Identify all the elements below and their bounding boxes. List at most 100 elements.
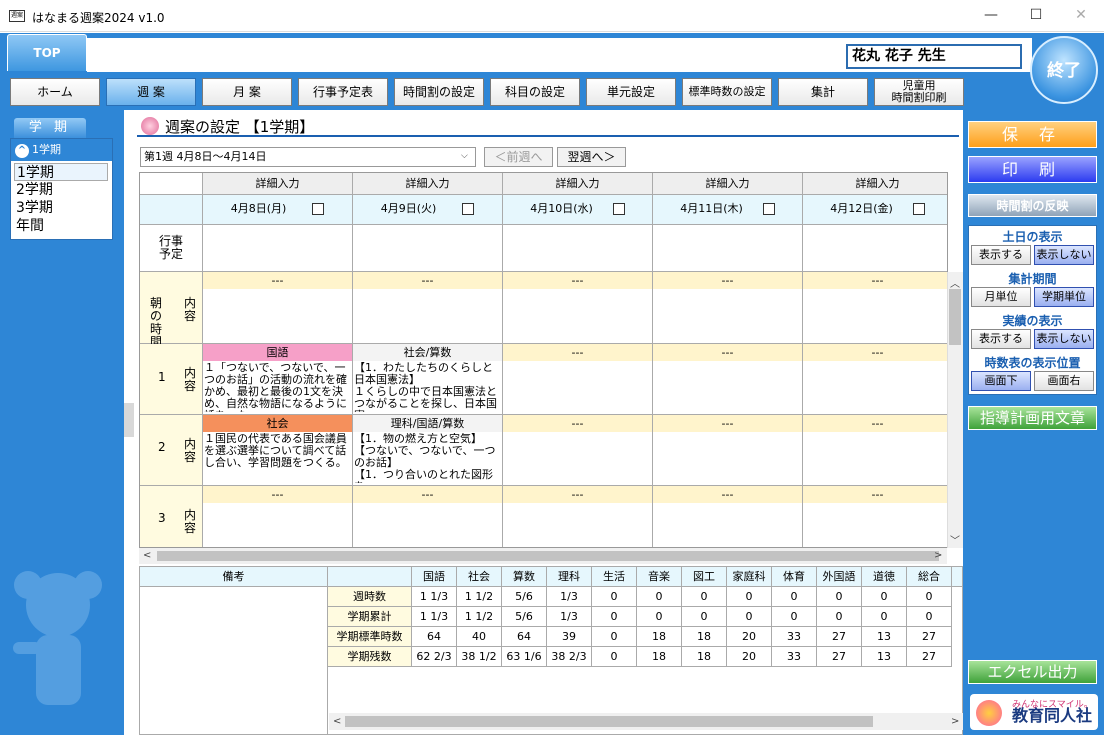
monthly-button[interactable]: 月単位 (971, 287, 1031, 307)
morning-tue[interactable]: --- (353, 272, 503, 344)
period-1-number: 1 (158, 370, 166, 384)
position-below-button[interactable]: 画面下 (971, 371, 1031, 391)
close-button[interactable]: ✕ (1058, 0, 1104, 32)
menu-home[interactable]: ホーム (10, 78, 100, 106)
next-week-button[interactable]: 翌週へ＞ (557, 147, 626, 167)
morning-thu[interactable]: --- (653, 272, 803, 344)
period-3-tue[interactable]: --- (353, 486, 503, 547)
menu-standard-hours[interactable]: 標準時数の設定 (682, 78, 772, 106)
summary-cell: 18 (682, 647, 727, 667)
splitter-handle[interactable] (124, 403, 134, 437)
period-2-wed[interactable]: --- (503, 415, 653, 486)
scroll-right-icon[interactable]: > (951, 716, 959, 727)
period-3-fri[interactable]: --- (803, 486, 947, 547)
date-label: 4月10日(水) (530, 202, 593, 215)
summary-cell: 0 (907, 587, 952, 607)
menu-monthly[interactable]: 月 案 (202, 78, 292, 106)
menu-totals[interactable]: 集計 (778, 78, 868, 106)
menu-timetable[interactable]: 時間割の設定 (394, 78, 484, 106)
period-3-mon[interactable]: --- (203, 486, 353, 547)
term-item-1[interactable]: 1学期 (14, 163, 108, 181)
menu-weekly[interactable]: 週 案 (106, 78, 196, 106)
day-checkbox[interactable] (762, 203, 775, 215)
subject-header: 音楽 (637, 567, 682, 587)
detail-input-wed[interactable]: 詳細入力 (503, 173, 653, 195)
detail-input-thu[interactable]: 詳細入力 (653, 173, 803, 195)
event-tue[interactable] (353, 225, 503, 272)
position-right-button[interactable]: 画面右 (1034, 371, 1094, 391)
period-1-thu[interactable]: --- (653, 344, 803, 415)
period-1-tue[interactable]: 社会/算数 【1．わたしたちのくらしと日本国憲法】 １くらしの中で日本国憲法とつ… (353, 344, 503, 415)
event-thu[interactable] (653, 225, 803, 272)
grid-horizontal-scroll-thumb[interactable] (157, 551, 939, 561)
event-wed[interactable] (503, 225, 653, 272)
menu-subjects[interactable]: 科目の設定 (490, 78, 580, 106)
day-checkbox[interactable] (912, 203, 925, 215)
period-2-thu[interactable]: --- (653, 415, 803, 486)
period-2-fri[interactable]: --- (803, 415, 947, 486)
subject-placeholder: --- (653, 486, 802, 503)
term-selected[interactable]: ^ 1学期 (11, 139, 112, 161)
scroll-up-icon[interactable]: ︿ (950, 275, 960, 290)
note-field[interactable] (140, 587, 328, 734)
subject-header: 国語 (412, 567, 457, 587)
plan-text-button[interactable]: 指導計画用文章 (968, 406, 1097, 430)
page-title: 週案の設定 【1学期】 (165, 118, 315, 136)
top-tab[interactable]: TOP (7, 34, 87, 71)
detail-input-fri[interactable]: 詳細入力 (803, 173, 947, 195)
week-select[interactable]: 第1週 4月8日～4月14日 (140, 147, 476, 167)
maximize-button[interactable]: ☐ (1013, 0, 1059, 32)
term-item-year[interactable]: 年間 (14, 217, 108, 235)
weekend-show-button[interactable]: 表示する (971, 245, 1031, 265)
scroll-left-icon[interactable]: < (333, 716, 341, 727)
summary-cell: 0 (682, 587, 727, 607)
menu-student-print[interactable]: 児童用 時間割印刷 (874, 78, 964, 106)
actual-show-button[interactable]: 表示する (971, 329, 1031, 349)
chevron-down-icon[interactable]: ⌵ (461, 151, 468, 161)
day-checkbox[interactable] (312, 203, 325, 215)
weekend-hide-button[interactable]: 表示しない (1034, 245, 1094, 265)
termly-button[interactable]: 学期単位 (1034, 287, 1094, 307)
scroll-down-icon[interactable]: ﹀ (950, 532, 960, 547)
period-1-wed[interactable]: --- (503, 344, 653, 415)
period-1-fri[interactable]: --- (803, 344, 947, 415)
subject-label: 社会/算数 (353, 344, 502, 361)
summary-cell: 0 (592, 587, 637, 607)
weekend-label: 土日の表示 (1002, 230, 1063, 244)
detail-input-mon[interactable]: 詳細入力 (203, 173, 353, 195)
scroll-left-icon[interactable]: < (143, 550, 151, 561)
summary-horizontal-scroll-thumb[interactable] (345, 716, 873, 727)
subject-placeholder: --- (503, 415, 652, 432)
morning-mon[interactable]: --- (203, 272, 353, 344)
term-item-2[interactable]: 2学期 (14, 181, 108, 199)
event-fri[interactable] (803, 225, 947, 272)
subject-header: 生活 (592, 567, 637, 587)
summary-cell: 40 (457, 627, 502, 647)
excel-export-button[interactable]: エクセル出力 (968, 660, 1097, 684)
prev-week-button[interactable]: ＜前週へ (484, 147, 553, 167)
window-title: はなまる週案2024 v1.0 (32, 11, 165, 25)
minimize-button[interactable]: — (968, 0, 1014, 32)
summary-cell: 1 1/3 (412, 587, 457, 607)
menu-events[interactable]: 行事予定表 (298, 78, 388, 106)
print-button[interactable]: 印 刷 (968, 156, 1097, 183)
save-button[interactable]: 保 存 (968, 121, 1097, 148)
period-2-mon[interactable]: 社会 １国民の代表である国会議員を選ぶ選挙について調べて話し合い、学習問題をつく… (203, 415, 353, 486)
morning-fri[interactable]: --- (803, 272, 947, 344)
period-3-thu[interactable]: --- (653, 486, 803, 547)
grid-vertical-scroll-thumb[interactable] (949, 289, 961, 345)
menu-units[interactable]: 単元設定 (586, 78, 676, 106)
day-checkbox[interactable] (612, 203, 625, 215)
detail-input-tue[interactable]: 詳細入力 (353, 173, 503, 195)
period-1-mon[interactable]: 国語 １「つないで、つないで、一つのお話」の活動の流れを確かめ、最初と最後の1文… (203, 344, 353, 415)
day-checkbox[interactable] (462, 203, 475, 215)
term-item-3[interactable]: 3学期 (14, 199, 108, 217)
period-3-wed[interactable]: --- (503, 486, 653, 547)
morning-wed[interactable]: --- (503, 272, 653, 344)
exit-button[interactable]: 終了 (1030, 36, 1098, 104)
event-mon[interactable] (203, 225, 353, 272)
scroll-right-icon[interactable]: > (934, 550, 942, 561)
apply-timetable-button[interactable]: 時間割の反映 (968, 194, 1097, 217)
period-2-tue[interactable]: 理科/国語/算数 【1．物の燃え方と空気】 【つないで、つないで、一つのお話】 … (353, 415, 503, 486)
actual-hide-button[interactable]: 表示しない (1034, 329, 1094, 349)
